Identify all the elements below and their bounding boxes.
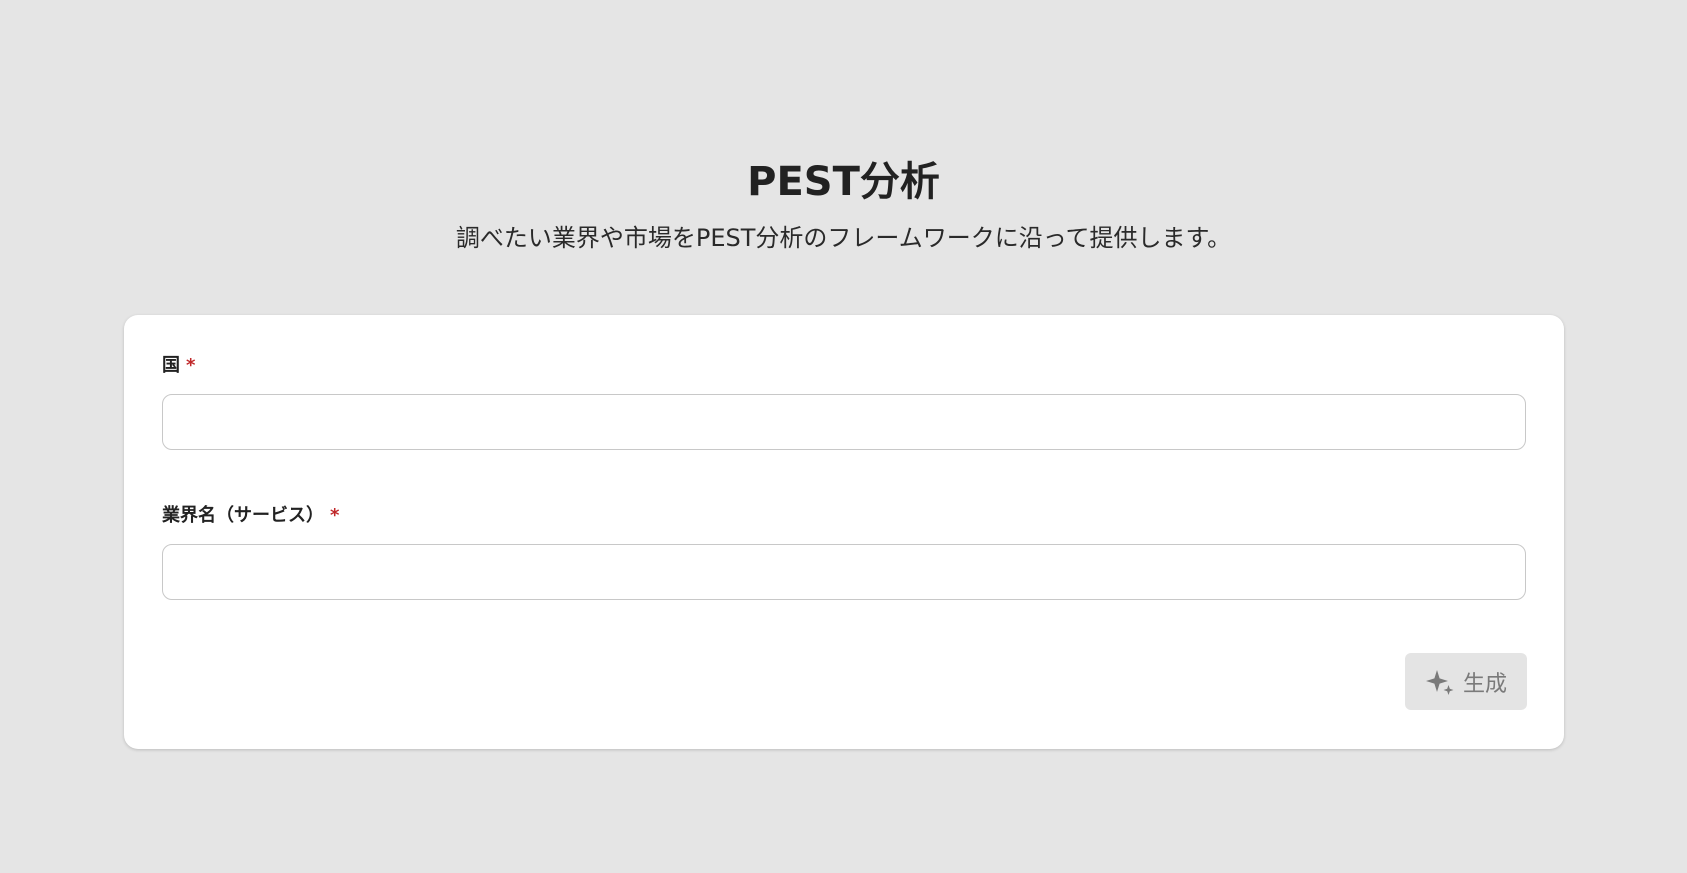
required-mark: * [186, 355, 196, 376]
country-label: 国 * [162, 353, 195, 379]
industry-label: 業界名（サービス） * [162, 503, 339, 529]
pest-analysis-page: PEST分析 調べたい業界や市場をPEST分析のフレームワークに沿って提供します… [0, 0, 1687, 873]
required-mark: * [330, 505, 340, 526]
country-label-text: 国 [162, 355, 180, 376]
form-card: 国 * 業界名（サービス） * 生成 [124, 315, 1564, 749]
generate-button-label: 生成 [1462, 671, 1507, 697]
page-title: PEST分析 [747, 159, 940, 205]
industry-input[interactable] [162, 544, 1526, 600]
sparkle-icon [1425, 668, 1455, 696]
industry-label-text: 業界名（サービス） [162, 505, 324, 526]
country-input[interactable] [162, 394, 1526, 450]
page-subtitle: 調べたい業界や市場をPEST分析のフレームワークに沿って提供します。 [455, 224, 1232, 252]
generate-button[interactable]: 生成 [1405, 653, 1527, 710]
